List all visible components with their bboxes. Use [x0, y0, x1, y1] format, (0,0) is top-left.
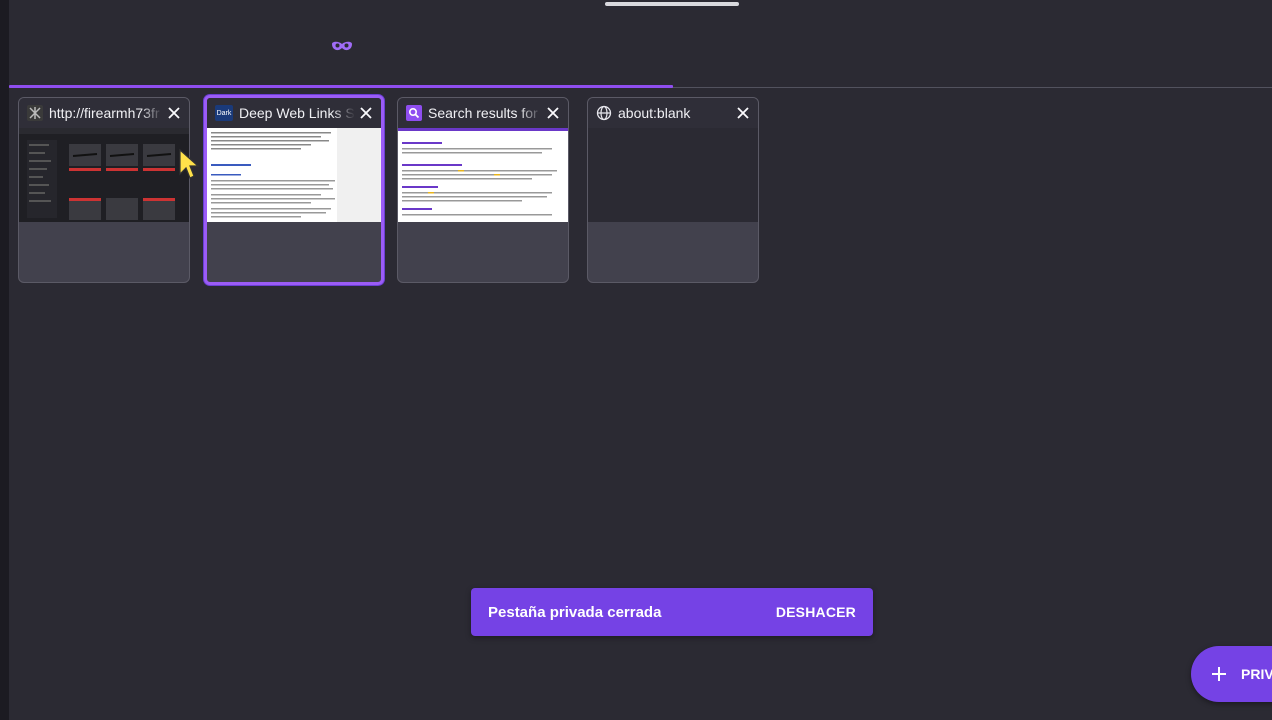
tab-thumbnail: [207, 128, 381, 222]
tab-header: http://firearmh73fr: [19, 98, 189, 128]
favicon-text: Dark: [216, 109, 232, 117]
sheet-drag-handle[interactable]: [605, 2, 739, 6]
tab-card[interactable]: about:blank: [587, 97, 759, 283]
globe-icon: [596, 105, 612, 121]
close-icon[interactable]: [355, 102, 377, 124]
undo-button[interactable]: DESHACER: [776, 604, 856, 620]
tab-title: http://firearmh73fr: [49, 105, 160, 121]
snackbar: Pestaña privada cerrada DESHACER: [471, 588, 873, 636]
private-tabs-indicator[interactable]: [9, 85, 673, 88]
snackbar-message: Pestaña privada cerrada: [488, 603, 662, 621]
tab-thumbnail: [588, 128, 758, 222]
tab-title: Search results for: [428, 105, 538, 121]
dark-favicon-icon: Dark: [215, 105, 233, 121]
tab-header: about:blank: [588, 98, 758, 128]
close-icon[interactable]: [542, 102, 564, 124]
close-icon[interactable]: [163, 102, 185, 124]
tab-header: Search results for: [398, 98, 568, 128]
close-icon[interactable]: [732, 102, 754, 124]
left-edge-bar: [0, 0, 9, 720]
tab-title: Deep Web Links S: [239, 105, 355, 121]
tab-thumbnail: [398, 128, 568, 222]
plus-icon: [1212, 667, 1226, 681]
fab-label: PRIV: [1241, 666, 1272, 682]
new-private-tab-button[interactable]: PRIV: [1191, 646, 1272, 702]
private-mask-icon[interactable]: [330, 39, 354, 55]
site-favicon-icon: [27, 105, 43, 121]
tab-title: about:blank: [618, 105, 691, 121]
tab-thumbnail: [19, 128, 189, 222]
search-icon: [406, 105, 422, 121]
tab-card-selected[interactable]: Dark Deep Web Links S: [204, 95, 384, 285]
tab-header: Dark Deep Web Links S: [207, 98, 381, 128]
tab-card[interactable]: Search results for: [397, 97, 569, 283]
tab-card[interactable]: http://firearmh73fr: [18, 97, 190, 283]
mouse-cursor-icon: [179, 148, 200, 179]
